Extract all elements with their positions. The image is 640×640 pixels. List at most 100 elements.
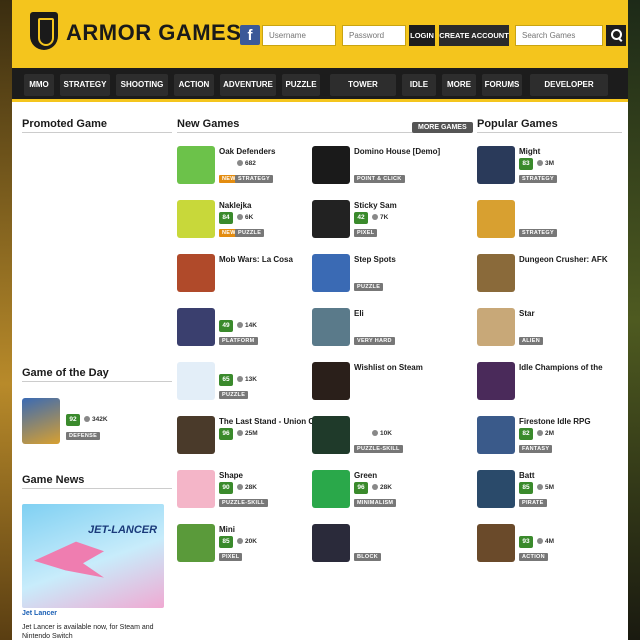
plays-icon <box>537 484 543 490</box>
game-title-link[interactable]: Wishlist on Steam <box>354 363 454 372</box>
news-text: Jet Lancer is available now, for Steam a… <box>22 624 154 640</box>
genre-tag[interactable]: ACTION <box>519 553 548 561</box>
search-input[interactable] <box>515 25 603 46</box>
game-of-day-heading: Game of the Day <box>22 367 109 379</box>
nav-item-idle[interactable]: IDLE <box>402 74 436 96</box>
game-title-link[interactable]: Green <box>354 471 454 480</box>
login-button[interactable]: LOGIN <box>409 25 435 46</box>
genre-tag[interactable]: POINT & CLICK <box>354 175 405 183</box>
game-thumbnail[interactable] <box>312 200 350 238</box>
main-nav: MMO STRATEGY SHOOTING ACTION ADVENTURE P… <box>12 68 628 111</box>
game-title-link[interactable]: Sticky Sam <box>354 201 454 210</box>
nav-item-action[interactable]: ACTION <box>174 74 214 96</box>
play-count: 28K <box>372 484 392 491</box>
game-thumbnail[interactable] <box>312 524 350 562</box>
game-thumbnail[interactable] <box>312 254 350 292</box>
password-field[interactable] <box>342 25 406 46</box>
facebook-icon[interactable]: f <box>240 25 260 45</box>
genre-tag[interactable]: PUZZLE <box>235 229 265 237</box>
game-thumbnail[interactable] <box>177 416 215 454</box>
news-link[interactable]: Jet Lancer <box>22 610 57 617</box>
game-title-link[interactable]: Mini <box>219 525 319 534</box>
game-thumbnail[interactable] <box>177 308 215 346</box>
game-thumbnail[interactable] <box>477 524 515 562</box>
genre-tag[interactable]: PUZZLE-SKILL <box>354 445 403 453</box>
genre-tag[interactable]: PLATFORM <box>219 337 258 345</box>
game-thumbnail[interactable] <box>177 146 215 184</box>
game-thumbnail[interactable] <box>477 200 515 238</box>
game-title-link[interactable]: Idle Champions of the <box>519 363 619 372</box>
game-title-link[interactable]: Star <box>519 309 619 318</box>
game-thumbnail[interactable] <box>312 146 350 184</box>
genre-tag[interactable]: STRATEGY <box>235 175 273 183</box>
game-title-link[interactable]: Firestone Idle RPG <box>519 417 619 426</box>
logo-shield-icon[interactable] <box>30 12 58 50</box>
game-thumbnail[interactable] <box>177 362 215 400</box>
jet-lancer-news-image[interactable]: JET-LANCER <box>22 504 164 608</box>
search-icon[interactable] <box>606 25 626 46</box>
genre-tag[interactable]: PUZZLE <box>219 391 249 399</box>
game-title-link[interactable]: Batt <box>519 471 619 480</box>
game-title-link[interactable]: Shape <box>219 471 319 480</box>
genre-tag[interactable]: BLOCK <box>354 553 382 561</box>
nav-item-strategy[interactable]: STRATEGY <box>60 74 110 96</box>
nav-item-more[interactable]: MORE <box>442 74 476 96</box>
site-logo[interactable]: ARMOR GAMES <box>66 20 241 46</box>
game-thumbnail[interactable] <box>177 470 215 508</box>
play-count: 682 <box>237 160 256 167</box>
play-count-value: 25M <box>245 430 258 437</box>
game-title-link[interactable]: Step Spots <box>354 255 454 264</box>
nav-item-mmo[interactable]: MMO <box>24 74 54 96</box>
nav-item-tower-defense[interactable]: TOWER DEFENSE <box>330 74 396 111</box>
nav-item-forums[interactable]: FORUMS <box>482 74 522 96</box>
genre-tag[interactable]: ALIEN <box>519 337 543 345</box>
plays-icon <box>372 430 378 436</box>
game-thumbnail[interactable] <box>177 200 215 238</box>
game-title-link[interactable]: Naklejka <box>219 201 319 210</box>
genre-tag[interactable]: MINIMALISM <box>354 499 397 507</box>
game-title-link[interactable]: Domino House [Demo] <box>354 147 454 156</box>
genre-tag[interactable]: PUZZLE-SKILL <box>219 499 268 507</box>
divider <box>22 381 172 382</box>
game-thumbnail[interactable] <box>477 308 515 346</box>
game-thumbnail[interactable] <box>477 362 515 400</box>
nav-item-adventure[interactable]: ADVENTURE <box>220 74 276 96</box>
more-games-button[interactable]: MORE GAMES <box>412 122 473 133</box>
genre-tag[interactable]: FANTASY <box>519 445 553 453</box>
game-title-link[interactable]: Oak Defenders <box>219 147 319 156</box>
game-title-link[interactable]: Eli <box>354 309 454 318</box>
genre-tag[interactable]: DEFENSE <box>66 432 101 440</box>
nav-item-developer-portal[interactable]: DEVELOPER PORTAL <box>530 74 608 111</box>
genre-tag[interactable]: PIXEL <box>354 229 378 237</box>
username-field[interactable] <box>262 25 336 46</box>
play-count-value: 5M <box>545 484 555 491</box>
nav-item-puzzle[interactable]: PUZZLE <box>282 74 320 96</box>
game-thumbnail[interactable] <box>312 416 350 454</box>
game-thumbnail[interactable] <box>312 470 350 508</box>
genre-tag[interactable]: STRATEGY <box>519 175 557 183</box>
create-account-button[interactable]: CREATE ACCOUNT <box>439 25 509 46</box>
game-title-link[interactable]: The Last Stand - Union City <box>219 417 319 426</box>
genre-tag[interactable]: PIRATE <box>519 499 547 507</box>
game-thumbnail[interactable] <box>477 254 515 292</box>
game-thumbnail[interactable] <box>477 146 515 184</box>
plays-icon <box>237 538 243 544</box>
game-thumbnail[interactable] <box>177 254 215 292</box>
game-thumbnail[interactable] <box>177 524 215 562</box>
game-thumbnail[interactable] <box>312 308 350 346</box>
game-thumbnail[interactable] <box>477 470 515 508</box>
rating-badge: 92 <box>66 414 80 426</box>
genre-tag[interactable]: VERY HARD <box>354 337 395 345</box>
game-title-link[interactable]: Dungeon Crusher: AFK <box>519 255 619 264</box>
play-count-value: 14K <box>245 322 257 329</box>
game-of-day-thumbnail[interactable] <box>22 398 60 444</box>
game-thumbnail[interactable] <box>312 362 350 400</box>
game-thumbnail[interactable] <box>477 416 515 454</box>
genre-tag[interactable]: PIXEL <box>219 553 243 561</box>
genre-tag[interactable]: STRATEGY <box>519 229 557 237</box>
game-title-link[interactable]: Might <box>519 147 619 156</box>
nav-item-shooting[interactable]: SHOOTING <box>116 74 168 96</box>
genre-tag[interactable]: PUZZLE <box>354 283 384 291</box>
game-title-link[interactable]: Mob Wars: La Cosa <box>219 255 319 264</box>
rating-badge: 90 <box>219 482 233 494</box>
